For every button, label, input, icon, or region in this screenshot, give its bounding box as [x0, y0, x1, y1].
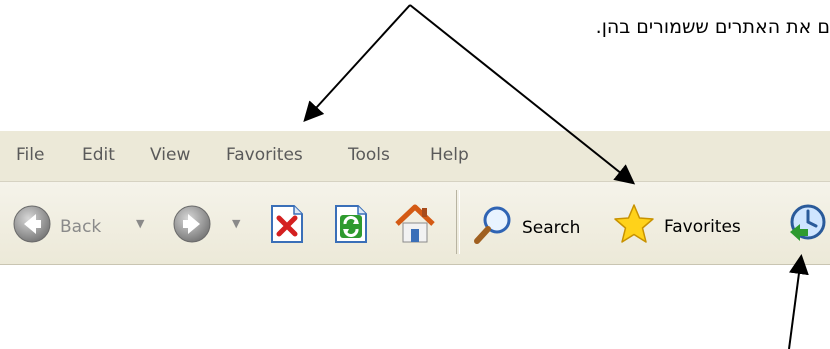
home-button[interactable]	[392, 202, 438, 251]
stop-icon	[268, 204, 306, 249]
back-label: Back	[60, 216, 102, 237]
arrow-to-history-button	[788, 254, 809, 349]
menu-help[interactable]: Help	[430, 145, 469, 165]
favorites-label: Favorites	[664, 216, 741, 237]
magnifier-icon	[472, 204, 514, 251]
star-icon	[612, 202, 656, 251]
menu-tools[interactable]: Tools	[348, 145, 390, 165]
menu-favorites[interactable]: Favorites	[226, 145, 303, 165]
stop-button[interactable]	[268, 204, 306, 249]
menu-view[interactable]: View	[150, 145, 190, 165]
refresh-button[interactable]	[332, 204, 370, 249]
refresh-icon	[332, 204, 370, 249]
back-dropdown-icon[interactable]: ▼	[136, 217, 144, 230]
search-button[interactable]: Search	[472, 204, 580, 251]
home-icon	[392, 202, 438, 251]
forward-dropdown-icon[interactable]: ▼	[232, 217, 240, 230]
search-label: Search	[522, 217, 581, 238]
toolbar-separator	[456, 190, 460, 254]
history-icon	[786, 202, 828, 251]
menu-bar: File Edit View Favorites Tools Help	[0, 131, 830, 182]
menu-file[interactable]: File	[16, 145, 44, 165]
forward-button[interactable]	[172, 204, 212, 249]
back-button[interactable]: Back	[12, 204, 101, 249]
standard-toolbar: Back ▼ ▼ Search Favorites	[0, 182, 830, 265]
favorites-button[interactable]: Favorites	[612, 202, 741, 251]
menu-edit[interactable]: Edit	[82, 145, 115, 165]
back-arrow-icon	[12, 204, 52, 249]
forward-arrow-icon	[172, 204, 212, 249]
arrow-to-favorites-menu	[303, 4, 411, 122]
instruction-caption: ם את האתרים ששמורים בהן.	[595, 16, 830, 38]
history-button[interactable]	[786, 202, 828, 251]
